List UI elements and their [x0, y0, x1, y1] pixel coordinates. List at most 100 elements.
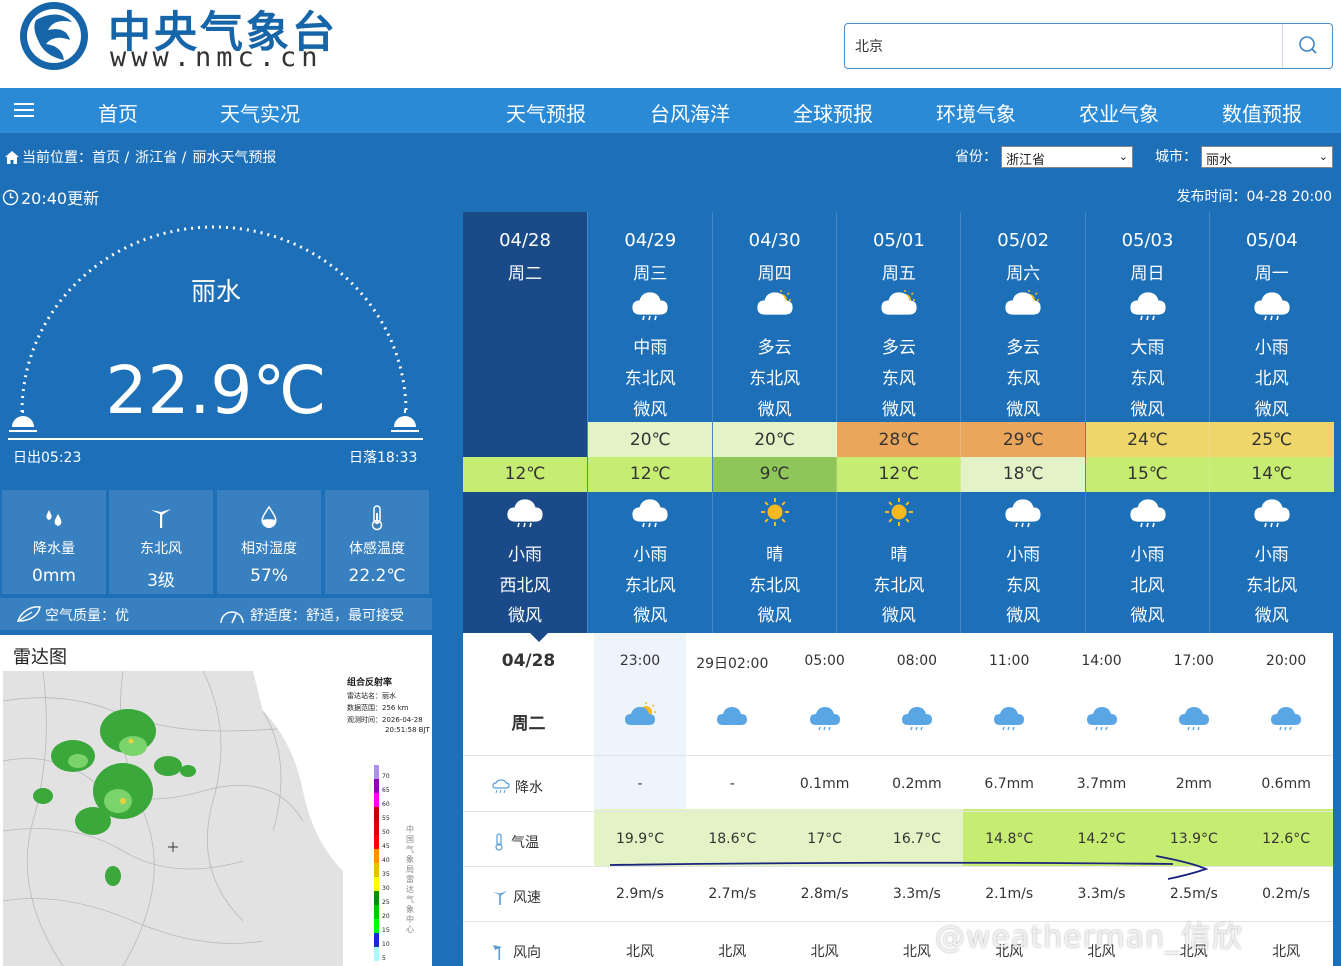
- forecast-day-6[interactable]: 05/04 周一 小雨 北风 微风 25℃ 14℃ 小雨 东北风 微风: [1208, 212, 1334, 633]
- hour-wind-speed: 3.3m/s: [892, 886, 941, 902]
- breadcrumb-current: 丽水天气预报: [192, 150, 277, 166]
- city-select[interactable]: 丽水 ⌄: [1201, 146, 1333, 168]
- night-wind-level: 微风: [757, 606, 792, 626]
- breadcrumb-province[interactable]: 浙江省 /: [135, 147, 186, 167]
- day-weather: 小雨: [1254, 338, 1289, 358]
- night-weather: 晴: [766, 545, 784, 565]
- search-input[interactable]: [855, 34, 1275, 58]
- nav-numerical[interactable]: 数值预报: [1222, 98, 1302, 127]
- low-temperature: 12℃: [463, 457, 587, 492]
- forecast-date: 05/02: [997, 230, 1050, 251]
- city-select-value: 丽水: [1206, 153, 1233, 168]
- leaf-icon: [16, 606, 41, 622]
- day-wind-direction: 东风: [1006, 369, 1041, 389]
- rain-cloud-icon: [1254, 292, 1290, 321]
- hour-precipitation: 0.6mm: [1261, 776, 1311, 792]
- radar-map[interactable]: [3, 671, 343, 966]
- hour-time: 11:00: [989, 653, 1030, 669]
- air-quality-text[interactable]: 空气质量：优: [45, 605, 129, 625]
- day-weather: 多云: [1006, 338, 1041, 358]
- partly-cloudy-icon: [881, 290, 917, 315]
- hour-time: 14:00: [1081, 653, 1122, 669]
- forecast-day-5[interactable]: 05/03 周日 大雨 东风 微风 24℃ 15℃ 小雨 北风 微风: [1084, 212, 1210, 633]
- province-select[interactable]: 浙江省 ⌄: [1001, 146, 1133, 168]
- hour-precipitation: 0.1mm: [799, 776, 850, 792]
- hour-time: 23:00: [619, 653, 661, 669]
- day-wind-level: 微风: [633, 400, 668, 420]
- province-select-value: 浙江省: [1006, 153, 1046, 168]
- night-wind-level: 微风: [633, 606, 668, 626]
- row-label-temp: 气温: [491, 832, 539, 852]
- low-temperature: 18℃: [961, 457, 1086, 492]
- radar-scale-label: 65: [382, 787, 390, 794]
- update-time-text: 20:40更新: [21, 189, 100, 208]
- nav-typhoon-ocean[interactable]: 台风海洋: [650, 98, 730, 127]
- night-wind-level: 微风: [1006, 606, 1041, 626]
- radar-legend-title: 组合反射率: [347, 678, 393, 688]
- rain-cloud-icon: [1271, 707, 1302, 731]
- hour-temperature: 18.6°C: [708, 831, 757, 847]
- nav-forecast[interactable]: 天气预报: [506, 98, 586, 127]
- nav-agriculture[interactable]: 农业气象: [1079, 98, 1159, 127]
- forecast-day-3[interactable]: 05/01 周五 多云 东风 微风 28℃ 12℃ 晴东北风 微风: [835, 212, 961, 633]
- row-label-rain: 降水: [491, 777, 543, 797]
- stat-label: 降水量: [33, 541, 75, 557]
- high-temperature: 20℃: [712, 422, 837, 458]
- rain-cloud-icon: [632, 292, 668, 321]
- thermometer-icon: [371, 505, 383, 531]
- forecast-day-0[interactable]: 04/28 周二 12℃ 小雨 西北风 微风: [463, 212, 587, 643]
- night-wind-level: 微风: [1254, 606, 1289, 626]
- rain-cloud-icon: [1129, 292, 1166, 321]
- menu-icon[interactable]: [14, 102, 34, 118]
- radar-scale-label: 25: [382, 899, 390, 906]
- stat-precipitation: 降水量 0mm: [2, 490, 106, 594]
- hourly-weekday: 周二: [511, 714, 546, 734]
- breadcrumb-home[interactable]: 当前位置：首页 /: [22, 147, 129, 167]
- hour-wind-speed: 2.5m/s: [1169, 886, 1218, 902]
- home-icon: [5, 150, 19, 164]
- row-label-direction: 风向: [491, 942, 541, 962]
- nav-global-forecast[interactable]: 全球预报: [793, 98, 873, 127]
- day-weather: 大雨: [1130, 338, 1165, 358]
- nav-live-weather[interactable]: 天气实况: [220, 98, 300, 127]
- current-day-pointer-icon: [529, 632, 549, 642]
- nav-home[interactable]: 首页: [98, 98, 138, 127]
- radar-title: 雷达图: [13, 647, 67, 668]
- hour-temperature: 19.9°C: [616, 831, 664, 847]
- hand-drawn-underline: [609, 855, 1209, 880]
- hour-temperature: 16.7°C: [892, 831, 941, 847]
- forecast-date: 04/30: [748, 230, 801, 251]
- night-weather: 晴: [890, 545, 908, 565]
- forecast-date: 05/01: [872, 230, 925, 251]
- day-wind-level: 微风: [881, 400, 916, 420]
- air-quality-bar: 空气质量：优 舒适度：舒适，最可接受: [0, 598, 432, 630]
- stat-value: 57%: [250, 566, 288, 586]
- day-wind-level: 微风: [757, 400, 792, 420]
- search-box: [844, 23, 1333, 69]
- sunrise-time: 日出05:23: [13, 450, 82, 466]
- radar-scale-label: 40: [382, 857, 390, 864]
- search-button[interactable]: [1282, 24, 1332, 68]
- radar-vertical-text: 中国气象局雷达气象中心: [406, 825, 414, 934]
- comfort-text[interactable]: 舒适度：舒适，最可接受: [250, 605, 404, 625]
- day-weather: 中雨: [633, 338, 668, 358]
- night-wind-direction: 东北风: [873, 576, 925, 596]
- hour-precipitation: 3.7mm: [1076, 776, 1127, 792]
- hour-wind-speed: 2.8m/s: [800, 886, 849, 902]
- hour-time: 29日02:00: [696, 656, 769, 672]
- day-wind-direction: 北风: [1254, 369, 1289, 389]
- hour-wind-speed: 3.3m/s: [1077, 886, 1126, 902]
- radar-station: 雷达站名：丽水: [347, 692, 396, 700]
- day-wind-level: 微风: [1254, 400, 1289, 420]
- forecast-day-1[interactable]: 04/29 周三 中雨 东北风 微风 20℃ 12℃ 小雨 东北风 微风: [587, 212, 713, 633]
- forecast-day-4[interactable]: 05/02 周六 多云 东风 微风 29℃ 18℃ 小雨 东风 微风: [960, 212, 1086, 633]
- hour-wind-direction: 北风: [718, 944, 747, 960]
- nav-environment[interactable]: 环境气象: [936, 98, 1016, 127]
- forecast-day-2[interactable]: 04/30 周四 多云 东北风 微风 20℃ 9℃ 晴东北风 微风: [711, 212, 837, 633]
- nmc-logo-icon[interactable]: [14, 0, 94, 72]
- city-label: 城市：: [1155, 149, 1197, 165]
- radar-color-scale: [374, 765, 379, 961]
- raindrop-icon: [46, 510, 62, 526]
- logo-url[interactable]: www.nmc.cn: [110, 42, 323, 73]
- radar-scale-label: 10: [382, 941, 390, 948]
